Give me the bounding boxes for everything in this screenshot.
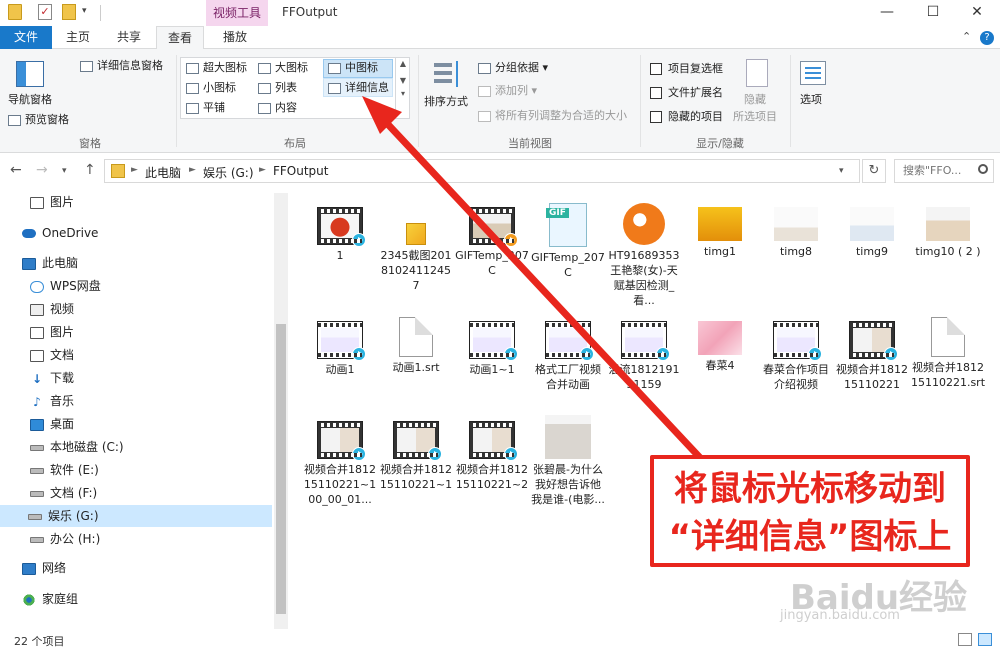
item-count: 22 个项目 (14, 635, 65, 648)
callout-line-1: 将鼠标光标移动到 (674, 469, 946, 509)
large-icons-view-icon[interactable] (978, 633, 992, 646)
details-view-icon[interactable] (958, 633, 972, 646)
status-bar: 22 个项目 (0, 630, 1000, 650)
callout-line-2: “详细信息”图标上 (668, 517, 952, 557)
watermark-url: jingyan.baidu.com (780, 608, 900, 623)
annotation-callout: 将鼠标光标移动到 “详细信息”图标上 (650, 455, 970, 567)
